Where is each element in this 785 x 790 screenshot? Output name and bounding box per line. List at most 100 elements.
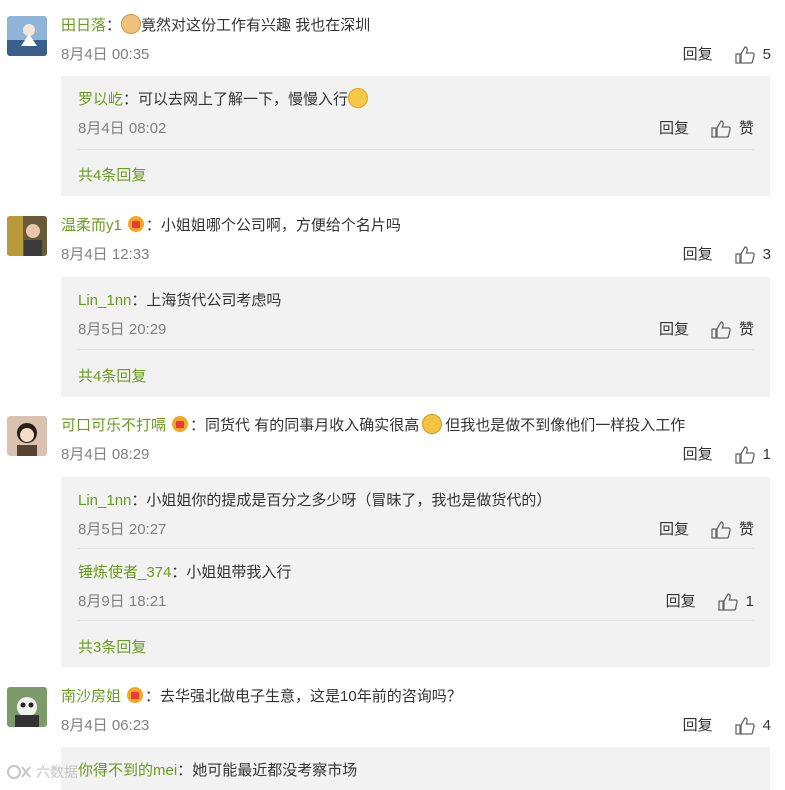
like-count: 4 xyxy=(762,717,771,734)
more-replies-link[interactable]: 共3条回复 xyxy=(78,636,146,657)
avatar[interactable] xyxy=(7,687,47,727)
yum-emoji-icon xyxy=(348,88,369,108)
reply-text: 小姐姐带我入行 xyxy=(186,564,292,581)
reply-meta: 8月5日 20:27 回复 赞 xyxy=(78,519,754,541)
reply-username[interactable]: 罗以屹 xyxy=(78,91,123,108)
thumbs-up-icon xyxy=(735,46,755,64)
username[interactable]: 田日落 xyxy=(61,17,106,34)
comment-actions: 回复 1 xyxy=(683,444,771,466)
reply-button[interactable]: 回复 xyxy=(683,715,713,737)
like-count: 1 xyxy=(762,446,771,463)
reply-username[interactable]: 锤炼使者_374 xyxy=(78,564,171,581)
reply-button[interactable]: 回复 xyxy=(659,118,689,140)
reply-username[interactable]: Lin_1nn xyxy=(78,492,131,509)
reply-username[interactable]: Lin_1nn xyxy=(78,292,131,309)
sweat-emoji-icon xyxy=(422,414,443,434)
thumbs-up-icon xyxy=(711,120,731,138)
timestamp: 8月4日 00:35 xyxy=(61,46,150,63)
vip-badge-icon xyxy=(125,686,145,704)
comment-actions: 回复 5 xyxy=(683,44,771,66)
avatar[interactable] xyxy=(7,216,47,256)
reply-text: 她可能最近都没考察市场 xyxy=(192,762,358,779)
comment-actions: 回复 3 xyxy=(683,244,771,266)
reply-actions: 回复 赞 xyxy=(659,118,754,140)
comment-actions: 回复 4 xyxy=(683,715,771,737)
like-button[interactable]: 3 xyxy=(735,244,771,266)
like-button[interactable]: 5 xyxy=(735,44,771,66)
reply-meta: 8月4日 08:02 回复 赞 xyxy=(78,118,754,140)
reply-button[interactable]: 回复 xyxy=(659,519,689,541)
like-button[interactable]: 赞 xyxy=(711,319,754,341)
reply-text: 可以去网上了解一下，慢慢入行 xyxy=(138,91,349,108)
reply-actions: 回复 赞 xyxy=(659,319,754,341)
reply-text-line: 你得不到的mei：她可能最近都没考察市场 xyxy=(78,762,358,779)
comment-meta: 8月4日 00:35 回复 5 xyxy=(61,44,771,66)
reply-button[interactable]: 回复 xyxy=(659,319,689,341)
comment-text: 小姐姐哪个公司啊，方便给个名片吗 xyxy=(160,217,401,234)
thumbs-up-icon xyxy=(718,593,738,611)
comment-meta: 8月4日 06:23 回复 4 xyxy=(61,715,771,737)
like-count: 3 xyxy=(762,246,771,263)
timestamp: 8月4日 08:29 xyxy=(61,446,150,463)
comment-meta: 8月4日 08:29 回复 1 xyxy=(61,444,771,466)
thumbs-up-icon xyxy=(711,521,731,539)
timestamp: 8月9日 18:21 xyxy=(78,593,167,610)
username[interactable]: 温柔而y1 xyxy=(61,217,122,234)
vip-badge-icon xyxy=(126,215,146,233)
like-count: 赞 xyxy=(738,120,754,137)
reply-meta: 8月9日 18:21 回复 1 xyxy=(78,591,754,613)
reply-text-line: 锤炼使者_374：小姐姐带我入行 xyxy=(78,564,292,581)
reply-actions: 回复 赞 xyxy=(659,519,754,541)
timestamp: 8月4日 06:23 xyxy=(61,717,150,734)
reply-item: 你得不到的mei：她可能最近都没考察市场 xyxy=(77,747,754,790)
more-replies-link[interactable]: 共4条回复 xyxy=(78,365,146,386)
comment-text-line: 可口可乐不打嗝 ：同货代 有的同事月收入确实很高 但我也是做不到像他们一样投入工作 xyxy=(61,414,685,438)
reply-username[interactable]: 你得不到的mei xyxy=(78,762,177,779)
avatar[interactable] xyxy=(7,16,47,56)
reply-box: Lin_1nn：小姐姐你的提成是百分之多少呀（冒昧了，我也是做货代的） 8月5日… xyxy=(61,477,770,667)
reply-text-line: Lin_1nn：上海货代公司考虑吗 xyxy=(78,292,282,309)
reply-text-line: 罗以屹：可以去网上了解一下，慢慢入行 xyxy=(78,88,369,112)
reply-box: Lin_1nn：上海货代公司考虑吗 8月5日 20:29 回复 赞 共4条回复 xyxy=(61,277,770,397)
like-count: 赞 xyxy=(738,521,754,538)
like-count: 1 xyxy=(745,593,754,610)
watermark-text: 六数据 xyxy=(36,764,78,780)
avatar[interactable] xyxy=(7,416,47,456)
like-button[interactable]: 赞 xyxy=(711,118,754,140)
like-button[interactable]: 1 xyxy=(718,591,754,613)
reply-actions: 回复 1 xyxy=(666,591,754,613)
reply-button[interactable]: 回复 xyxy=(666,591,696,613)
doge-emoji-icon xyxy=(121,14,142,34)
username[interactable]: 南沙房姐 xyxy=(61,688,121,705)
reply-text-line: Lin_1nn：小姐姐你的提成是百分之多少呀（冒昧了，我也是做货代的） xyxy=(78,492,552,509)
reply-text: 小姐姐你的提成是百分之多少呀（冒昧了，我也是做货代的） xyxy=(146,492,552,509)
reply-button[interactable]: 回复 xyxy=(683,44,713,66)
reply-button[interactable]: 回复 xyxy=(683,244,713,266)
like-button[interactable]: 4 xyxy=(735,715,771,737)
timestamp: 8月4日 12:33 xyxy=(61,246,150,263)
username[interactable]: 可口可乐不打嗝 xyxy=(61,417,166,434)
timestamp: 8月5日 20:29 xyxy=(78,321,167,338)
like-button[interactable]: 1 xyxy=(735,444,771,466)
more-replies-link[interactable]: 共4条回复 xyxy=(78,164,146,185)
like-button[interactable]: 赞 xyxy=(711,519,754,541)
comment-text-line: 田日落： 竟然对这份工作有兴趣 我也在深圳 xyxy=(61,14,370,38)
reply-item: Lin_1nn：小姐姐你的提成是百分之多少呀（冒昧了，我也是做货代的） 8月5日… xyxy=(77,477,754,549)
thumbs-up-icon xyxy=(735,446,755,464)
timestamp: 8月5日 20:27 xyxy=(78,521,167,538)
like-count: 5 xyxy=(762,46,771,63)
comment-text-continued: 但我也是做不到像他们一样投入工作 xyxy=(445,417,686,434)
thumbs-up-icon xyxy=(735,246,755,264)
comment-meta: 8月4日 12:33 回复 3 xyxy=(61,244,771,266)
reply-box: 罗以屹：可以去网上了解一下，慢慢入行 8月4日 08:02 回复 赞 共4条回复 xyxy=(61,76,770,196)
comment-text: 去华强北做电子生意，这是10年前的咨询吗？ xyxy=(160,688,462,705)
reply-meta: 8月5日 20:29 回复 赞 xyxy=(78,319,754,341)
reply-item: 锤炼使者_374：小姐姐带我入行 8月9日 18:21 回复 1 xyxy=(77,549,754,621)
comment-text: 竟然对这份工作有兴趣 我也在深圳 xyxy=(141,17,371,34)
comment-text: 同货代 有的同事月收入确实很高 xyxy=(205,417,420,434)
reply-item: Lin_1nn：上海货代公司考虑吗 8月5日 20:29 回复 赞 xyxy=(77,277,754,350)
reply-button[interactable]: 回复 xyxy=(683,444,713,466)
vip-badge-icon xyxy=(170,415,190,433)
watermark: 六数据 xyxy=(6,762,78,782)
watermark-logo-icon xyxy=(7,765,31,779)
